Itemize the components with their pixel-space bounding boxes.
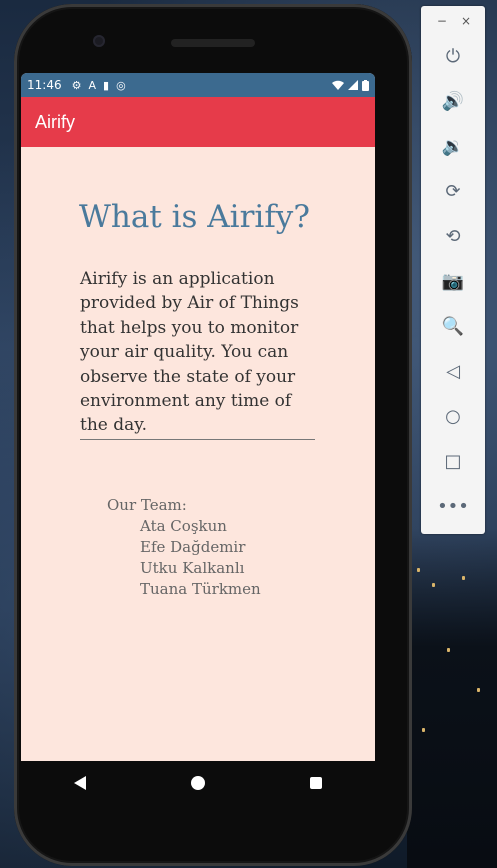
volume-down-icon[interactable]: 🔉 [421, 124, 485, 169]
sync-notification-icon: ◎ [116, 78, 126, 92]
close-icon[interactable]: × [461, 14, 471, 34]
navigation-bar [21, 761, 375, 805]
about-description: Airify is an application provided by Air… [80, 269, 299, 436]
app-bar: Airify [21, 97, 375, 147]
app-title: Airify [35, 111, 75, 132]
a-notification-icon: A [88, 78, 96, 92]
volume-up-icon[interactable]: 🔊 [421, 79, 485, 124]
team-member: Utku Kalkanlı [140, 559, 245, 577]
home-icon[interactable]: ○ [421, 394, 485, 439]
back-icon[interactable] [73, 776, 86, 790]
about-heading: What is Airify? [79, 199, 310, 235]
emulator-toolbar: − × ⏻ 🔊 🔉 ⟳ ⟲ 📷 🔍 ◁ ○ □ ••• [421, 6, 485, 534]
camera-icon[interactable]: 📷 [421, 259, 485, 304]
overview-icon[interactable]: □ [421, 439, 485, 484]
signal-icon [348, 80, 358, 90]
status-time: 11:46 [27, 78, 62, 92]
power-icon[interactable]: ⏻ [421, 34, 485, 79]
phone-screen: 11:46 ⚙ A ▮ ◎ Airify What is Airify? Air… [21, 73, 375, 761]
back-icon[interactable]: ◁ [421, 349, 485, 394]
team-member: Efe Dağdemir [140, 538, 246, 556]
front-camera [93, 35, 105, 47]
settings-notification-icon: ⚙ [71, 78, 82, 92]
sd-card-notification-icon: ▮ [103, 78, 110, 92]
battery-icon [362, 79, 369, 91]
team-member: Ata Coşkun [140, 517, 227, 535]
recent-apps-icon[interactable] [310, 777, 323, 789]
team-label: Our Team: [107, 496, 187, 514]
minimize-icon[interactable]: − [437, 14, 447, 34]
team-member: Tuana Türkmen [140, 580, 261, 598]
earpiece-speaker [171, 39, 255, 47]
rotate-right-icon[interactable]: ⟲ [421, 214, 485, 259]
background-castle [407, 528, 497, 868]
status-bar: 11:46 ⚙ A ▮ ◎ [21, 73, 375, 97]
wifi-icon [332, 80, 344, 90]
home-icon[interactable] [190, 776, 205, 790]
team-section: Our Team: Ata Coşkun Efe Dağdemir Utku K… [107, 495, 261, 600]
zoom-icon[interactable]: 🔍 [421, 304, 485, 349]
divider [80, 439, 315, 440]
rotate-left-icon[interactable]: ⟳ [421, 169, 485, 214]
more-icon[interactable]: ••• [421, 484, 485, 529]
